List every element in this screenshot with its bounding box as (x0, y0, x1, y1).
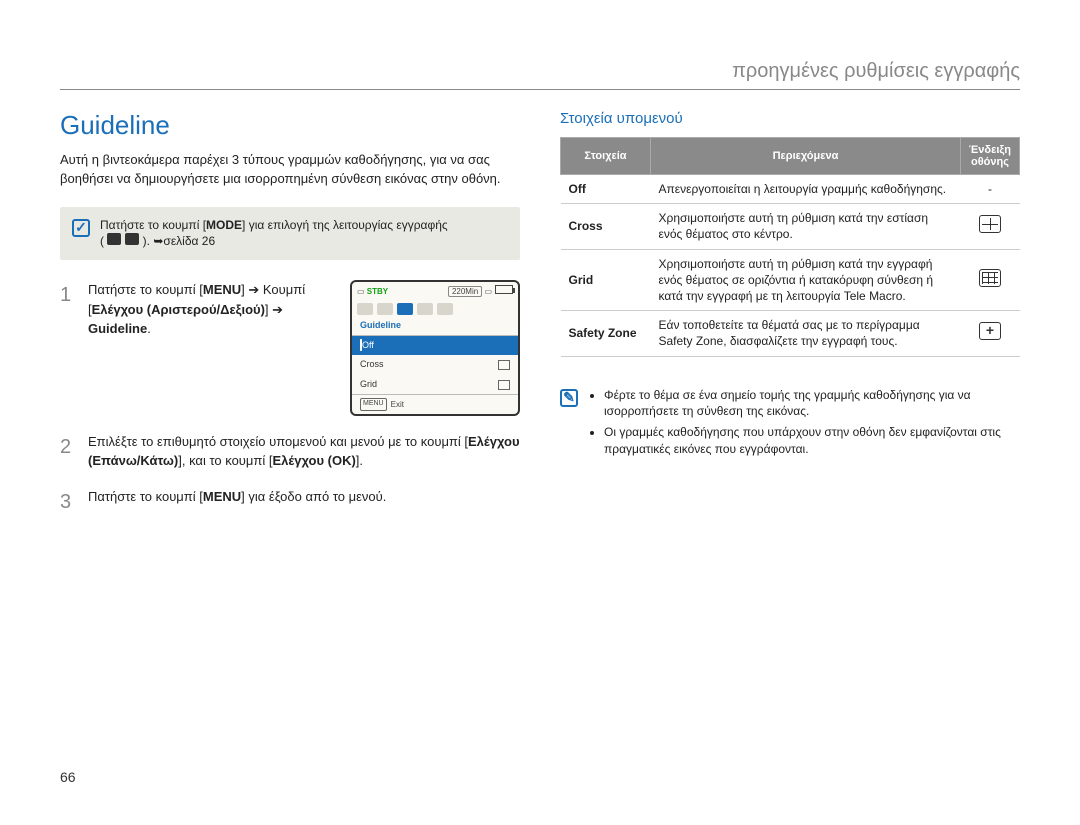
intro-text: Αυτή η βιντεοκάμερα παρέχει 3 τύπους γρα… (60, 151, 520, 189)
storage-icon: ▭ (484, 287, 492, 296)
row-sz-name: Safety Zone (561, 311, 651, 356)
step-1-row: 1 Πατήστε το κουμπί [MENU] ➔ Κουμπί [Ελέ… (60, 280, 520, 416)
mode-note-box: ✓ Πατήστε το κουμπί [MODE] για επιλογή τ… (60, 207, 520, 261)
step-2-body: Επιλέξτε το επιθυμητό στοιχείο υπομενού … (88, 432, 520, 471)
lcd-statusbar: ▭ STBY 220Min ▭ (352, 282, 518, 301)
stby-label: STBY (367, 287, 388, 296)
lcd-tab-active (397, 303, 413, 315)
right-column: Στοιχεία υπομενού Στοιχεία Περιεχόμενα Έ… (560, 110, 1020, 533)
step-3-body: Πατήστε το κουμπί [MENU] για έξοδο από τ… (88, 487, 520, 507)
table-row: Off Απενεργοποιείται η λειτουργία γραμμή… (561, 175, 1020, 204)
lcd-grid-label: Grid (360, 378, 377, 392)
s3-end: ] για έξοδο από το μενού. (241, 489, 386, 504)
menu-tag: MENU (360, 398, 387, 411)
row-grid-name: Grid (561, 249, 651, 311)
lcd-option-list: Off Cross Grid (352, 335, 518, 395)
row-sz-desc: Εάν τοποθετείτε τα θέματά σας με το περί… (651, 311, 961, 356)
row-off-name: Off (561, 175, 651, 204)
tip-item: Φέρτε το θέμα σε ένα σημείο τομής της γρ… (604, 387, 1020, 421)
table-row: Safety Zone Εάν τοποθετείτε τα θέματά σα… (561, 311, 1020, 356)
table-row: Cross Χρησιμοποιήστε αυτή τη ρύθμιση κατ… (561, 204, 1020, 249)
s2-txt-b: ], και το κουμπί [ (178, 453, 272, 468)
exit-label: Exit (391, 399, 404, 411)
osd-grid-icon (979, 269, 1001, 287)
mode-label: MODE (206, 218, 242, 232)
mode-note-suffix: ] για επιλογή της λειτουργίας εγγραφής (242, 218, 448, 232)
lcd-tab-5 (437, 303, 453, 315)
battery-icon (495, 285, 513, 294)
row-grid-icon (960, 249, 1019, 311)
left-column: Guideline Αυτή η βιντεοκάμερα παρέχει 3 … (60, 110, 520, 533)
step-3-row: 3 Πατήστε το κουμπί [MENU] για έξοδο από… (60, 487, 520, 517)
s1-txt-c: ] ➔ (265, 302, 283, 317)
s1-target: Guideline (88, 321, 147, 336)
row-cross-name: Cross (561, 204, 651, 249)
mode-note-prefix: Πατήστε το κουμπί [ (100, 218, 206, 232)
lcd-cross-label: Cross (360, 358, 384, 372)
osd-cross-icon (979, 215, 1001, 233)
row-off-desc: Απενεργοποιείται η λειτουργία γραμμής κα… (651, 175, 961, 204)
row-off-icon: - (960, 175, 1019, 204)
video-mode-icon (107, 233, 121, 245)
steps-list: 1 Πατήστε το κουμπί [MENU] ➔ Κουμπί [Ελέ… (60, 280, 520, 517)
rec-time: 220Min (448, 286, 482, 297)
s2-ctrl2: Ελέγχου (OK) (273, 453, 356, 468)
tips-note-icon: ✎ (560, 389, 578, 407)
submenu-heading: Στοιχεία υπομενού (560, 110, 1020, 127)
tips-list: Φέρτε το θέμα σε ένα σημείο τομής της γρ… (588, 387, 1020, 462)
content-columns: Guideline Αυτή η βιντεοκάμερα παρέχει 3 … (60, 110, 1020, 533)
row-sz-icon (960, 311, 1019, 356)
lcd-frame: ▭ STBY 220Min ▭ Guideline Off (350, 280, 520, 416)
s2-txt-a: Επιλέξτε το επιθυμητό στοιχείο υπομενού … (88, 434, 468, 449)
page-ref: σελίδα 26 (163, 234, 215, 248)
s2-end: ]. (356, 453, 363, 468)
th-desc: Περιεχόμενα (651, 138, 961, 175)
row-grid-desc: Χρησιμοποιήστε αυτή τη ρύθμιση κατά την … (651, 249, 961, 311)
photo-mode-icon (125, 233, 139, 245)
lcd-item-off: Off (352, 336, 518, 356)
lcd-menu-title: Guideline (352, 317, 518, 335)
row-cross-icon (960, 204, 1019, 249)
lcd-item-cross: Cross (352, 355, 518, 375)
lcd-tabs (352, 301, 518, 317)
lcd-screenshot: ▭ STBY 220Min ▭ Guideline Off (350, 280, 520, 416)
chapter-title: προηγμένες ρυθμίσεις εγγραφής (60, 60, 1020, 90)
lcd-tab-1 (357, 303, 373, 315)
s1-ctrl: Ελέγχου (Αριστερού/Δεξιού) (92, 302, 265, 317)
tips-box: ✎ Φέρτε το θέμα σε ένα σημείο τομής της … (560, 387, 1020, 462)
mode-note-text: Πατήστε το κουμπί [MODE] για επιλογή της… (100, 217, 448, 251)
th-items: Στοιχεία (561, 138, 651, 175)
grid-thumb-icon (498, 380, 510, 390)
lcd-item-grid: Grid (352, 375, 518, 395)
table-row: Grid Χρησιμοποιήστε αυτή τη ρύθμιση κατά… (561, 249, 1020, 311)
tip-item: Οι γραμμές καθοδήγησης που υπάρχουν στην… (604, 424, 1020, 458)
s1-end: . (147, 321, 151, 336)
s3-txt-a: Πατήστε το κουμπί [ (88, 489, 203, 504)
mode-icons (107, 233, 139, 245)
step-2-num: 2 (60, 432, 76, 462)
s1-menu: MENU (203, 282, 241, 297)
s3-menu: MENU (203, 489, 241, 504)
step-2-row: 2 Επιλέξτε το επιθυμητό στοιχείο υπομενο… (60, 432, 520, 471)
th-osd: Ένδειξη οθόνης (960, 138, 1019, 175)
step-1-body: Πατήστε το κουμπί [MENU] ➔ Κουμπί [Ελέγχ… (88, 280, 338, 339)
step-1-num: 1 (60, 280, 76, 310)
s1-txt-a: Πατήστε το κουμπί [ (88, 282, 203, 297)
step-3-num: 3 (60, 487, 76, 517)
lcd-off-label: Off (362, 340, 374, 350)
page-number: 66 (60, 769, 76, 785)
lcd-tab-4 (417, 303, 433, 315)
table-header-row: Στοιχεία Περιεχόμενα Ένδειξη οθόνης (561, 138, 1020, 175)
row-cross-desc: Χρησιμοποιήστε αυτή τη ρύθμιση κατά την … (651, 204, 961, 249)
note-check-icon: ✓ (72, 219, 90, 237)
submenu-table: Στοιχεία Περιεχόμενα Ένδειξη οθόνης Off … (560, 137, 1020, 357)
osd-safetyzone-icon (979, 322, 1001, 340)
section-title: Guideline (60, 110, 520, 141)
sd-icon: ▭ (357, 287, 365, 296)
lcd-exit-row: MENU Exit (352, 394, 518, 414)
lcd-tab-2 (377, 303, 393, 315)
cross-thumb-icon (498, 360, 510, 370)
